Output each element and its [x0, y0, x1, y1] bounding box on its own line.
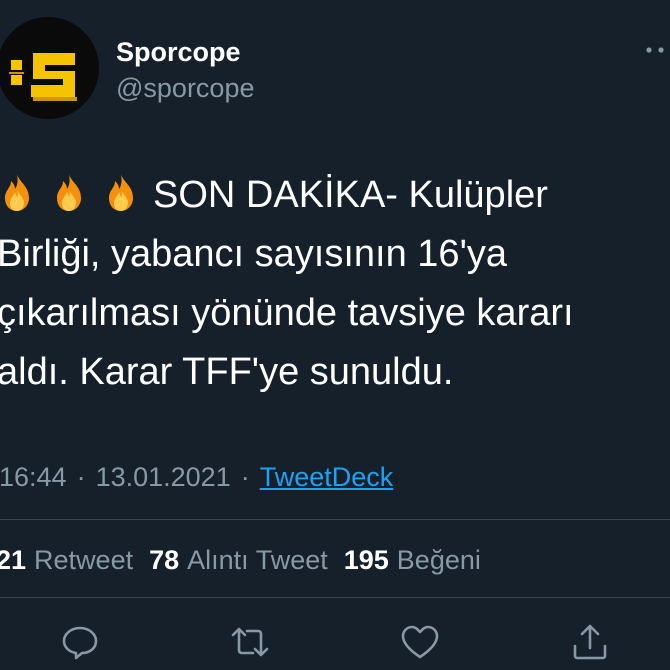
- sporcope-logo: [0, 17, 99, 119]
- tweet-meta: 16:44 · 13.01.2021 · TweetDeck: [0, 460, 393, 494]
- quotes-stat[interactable]: 78 Alıntı Tweet: [149, 545, 328, 575]
- tweet-stats: 21 Retweet 78 Alıntı Tweet 195 Beğeni: [0, 543, 497, 577]
- retweet-icon[interactable]: [228, 620, 272, 664]
- tweet-text-line: SON DAKİKA- Kulüpler: [0, 166, 669, 225]
- retweets-label: Retweet: [34, 545, 134, 575]
- quotes-label: Alıntı Tweet: [187, 545, 328, 575]
- tweet-time[interactable]: 16:44: [0, 462, 67, 492]
- more-options-icon[interactable]: [640, 42, 670, 62]
- tweet-text-line: Birliği, yabancı sayısının 16'ya: [0, 233, 507, 275]
- tweet-text-line: çıkarılması yönünde tavsiye kararı: [0, 292, 574, 334]
- tweet-text: SON DAKİKA- Kulüpler Birliği, yabancı sa…: [0, 166, 669, 402]
- divider: [0, 597, 670, 598]
- author-display-name[interactable]: Sporcope: [116, 36, 241, 68]
- avatar[interactable]: [0, 17, 99, 119]
- likes-label: Beğeni: [396, 545, 481, 575]
- share-icon[interactable]: [568, 620, 612, 664]
- tweet-source-link[interactable]: TweetDeck: [260, 462, 394, 492]
- meta-separator: ·: [76, 462, 86, 492]
- meta-separator: ·: [240, 462, 250, 492]
- quotes-count: 78: [149, 545, 180, 575]
- fire-emoji: [57, 174, 81, 211]
- tweet-text-content: SON DAKİKA- Kulüpler: [153, 174, 548, 216]
- retweets-stat[interactable]: 21 Retweet: [0, 545, 133, 575]
- tweet-date[interactable]: 13.01.2021: [96, 462, 231, 492]
- author-handle[interactable]: @sporcope: [116, 72, 254, 104]
- likes-stat[interactable]: 195 Beğeni: [344, 545, 481, 575]
- retweets-count: 21: [0, 545, 27, 575]
- tweet-text-line: aldı. Karar TFF'ye sunuldu.: [0, 351, 454, 393]
- likes-count: 195: [343, 545, 389, 575]
- tweet-detail-view: Sporcope @sporcope SON DAKİKA- Kulüpler …: [0, 0, 670, 670]
- like-icon[interactable]: [398, 620, 442, 664]
- fire-emoji: [109, 174, 133, 211]
- fire-emoji: [5, 174, 29, 211]
- divider: [0, 519, 670, 520]
- reply-icon[interactable]: [59, 620, 103, 664]
